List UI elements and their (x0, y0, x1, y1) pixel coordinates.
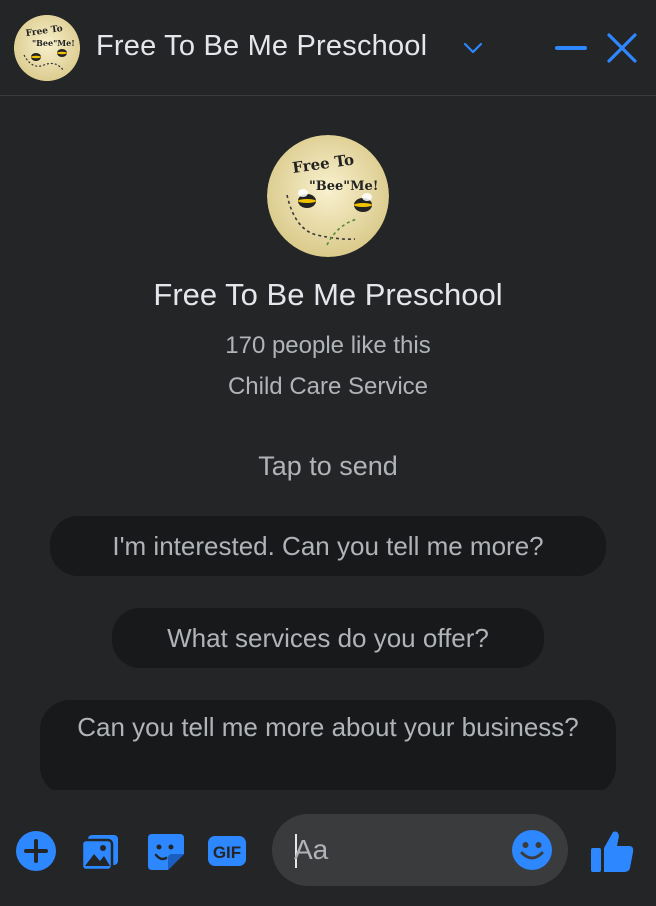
page-avatar[interactable]: Free To "Bee"Me! (14, 15, 80, 81)
page-category: Child Care Service (227, 373, 429, 400)
photo-icon[interactable] (79, 830, 121, 872)
close-icon[interactable] (604, 30, 640, 66)
thumbs-up-icon[interactable] (588, 828, 636, 876)
suggestion-chip[interactable]: What services do you offer? (112, 608, 544, 668)
gif-icon[interactable]: GIF (206, 830, 248, 872)
message-input[interactable] (294, 830, 514, 870)
chevron-down-icon[interactable] (462, 38, 484, 58)
chat-header: Free To "Bee"Me! Free To Be Me Preschool (0, 0, 656, 96)
page-name: Free To Be Me Preschool (153, 277, 503, 312)
composer-bar: GIF (0, 790, 656, 906)
svg-text:"Bee"Me!: "Bee"Me! (32, 38, 75, 48)
conversation-area: Free To "Bee"Me! Free To Be Me Preschool… (0, 96, 656, 790)
suggestion-chip[interactable]: Can you tell me more about your business… (40, 700, 616, 790)
profile-picture[interactable]: Free To "Bee"Me! (267, 135, 389, 257)
svg-text:GIF: GIF (213, 843, 241, 862)
likes-count: 170 people like this (225, 332, 431, 359)
suggestion-chip[interactable]: I'm interested. Can you tell me more? (50, 516, 606, 576)
logo-image: Free To "Bee"Me! (267, 135, 389, 257)
conversation-title[interactable]: Free To Be Me Preschool (96, 30, 427, 63)
emoji-icon[interactable] (510, 828, 554, 872)
minimize-icon[interactable] (554, 30, 588, 66)
tap-to-send-label: Tap to send (258, 451, 398, 481)
plus-icon[interactable] (15, 830, 57, 872)
sticker-icon[interactable] (144, 830, 186, 872)
svg-text:"Bee"Me!: "Bee"Me! (309, 179, 378, 194)
message-input-container[interactable] (272, 814, 568, 886)
logo-image: Free To "Bee"Me! (14, 15, 80, 81)
